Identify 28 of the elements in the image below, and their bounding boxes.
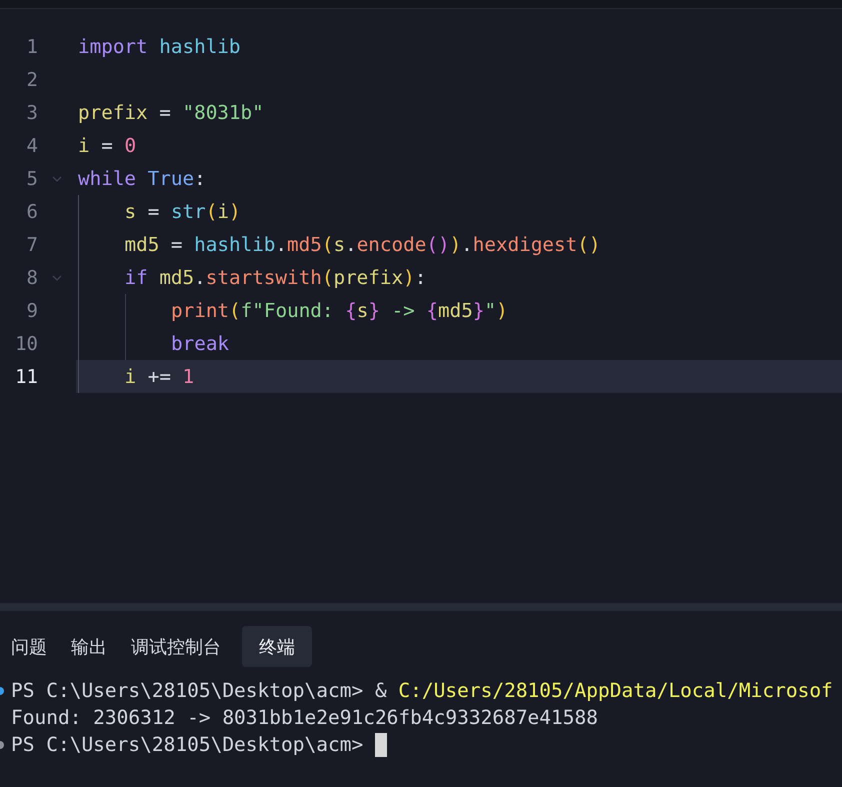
panel-tab[interactable]: 终端 [242,626,312,667]
line-number: 10 [14,332,38,354]
code-line: prefix = "8031b" [77,100,265,126]
terminal-line: PS C:\Users\28105\Desktop\acm> & C:/Users/28105/AppData/Local/Microsof [10,679,833,702]
code-line: while True: [77,166,207,192]
line-number: 1 [26,36,38,58]
panel-tab[interactable]: 调试控制台 [120,626,232,667]
line-number: 4 [26,134,38,156]
chevron-icon[interactable] [52,274,62,280]
panel-tab[interactable]: 问题 [0,626,58,667]
code-line: s = str(i) [76,195,842,228]
code-line: if md5.startswith(prefix): [76,261,842,294]
line-number: 9 [26,300,38,322]
panel-tab[interactable]: 输出 [60,626,118,667]
terminal-line: Found: 2306312 -> 8031bb1e2e91c26fb4c9332687e41588 [10,706,598,729]
line-number: 8 [26,266,38,288]
line-number: 6 [26,200,38,222]
code-line: md5 = hashlib.md5(s.encode()).hexdigest() [76,228,842,261]
terminal-line: PS C:\Users\28105\Desktop\acm> [10,733,364,756]
code-line: print(f"Found: {s} -> {md5}") [76,294,842,327]
line-number: 2 [26,68,38,90]
chevron-icon[interactable] [52,176,62,182]
code-line: import hashlib [77,34,242,60]
line-number: 5 [26,168,38,190]
line-number: 11 [14,366,38,388]
line-number: 7 [26,234,38,256]
code-line: i = 0 [77,133,138,159]
line-number: 3 [26,102,38,124]
